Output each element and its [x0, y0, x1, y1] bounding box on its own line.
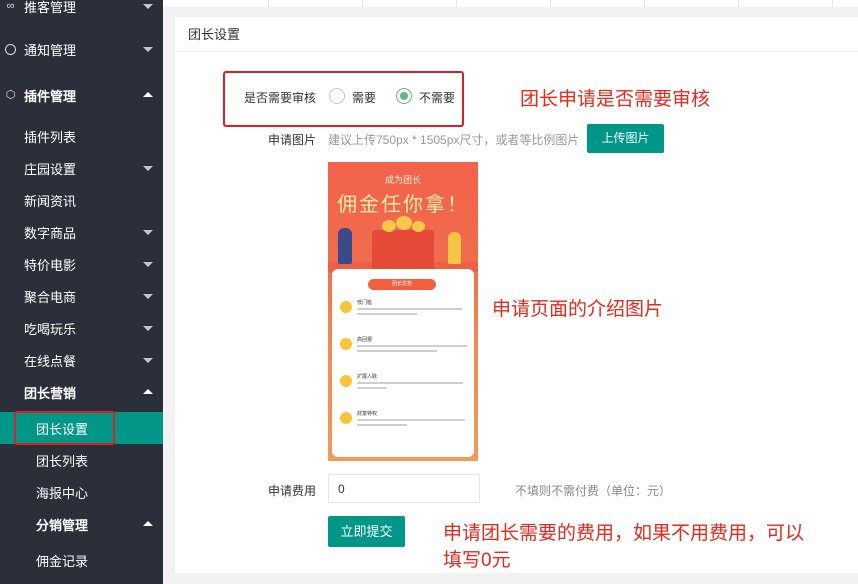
annotation-fee-line2: 填写0元 [443, 550, 511, 571]
feature-icon [340, 412, 352, 424]
sidebar-item-manor[interactable]: 庄园设置 [0, 152, 163, 184]
sidebar-item-tuike[interactable]: ∞ 推客管理 [0, 0, 163, 22]
circle-icon [5, 43, 16, 55]
sidebar-item-label: 插件列表 [24, 129, 77, 145]
sidebar-item-label: 推客管理 [24, 0, 77, 15]
person-figure-icon [338, 228, 352, 264]
chevron-up-icon [143, 521, 153, 526]
sidebar-item-commission[interactable]: 佣金记录 [0, 544, 163, 576]
chevron-down-icon [143, 262, 153, 267]
infinity-icon: ∞ [6, 0, 15, 12]
chevron-down-icon [143, 230, 153, 235]
sidebar-item-plugin-list[interactable]: 插件列表 [0, 120, 163, 152]
poster-tag: 团长优势 [368, 279, 436, 290]
sidebar-item-ecommerce[interactable]: 聚合电商 [0, 280, 163, 312]
cube-icon: ⬡ [5, 88, 16, 101]
feature-icon [340, 301, 352, 313]
intro-poster-image[interactable]: 成为团长 佣金任你拿！ 团长优势 低门槛 高回报 扩展人脉 财富特权 [328, 162, 478, 461]
tab[interactable] [269, 0, 363, 7]
sidebar-item-distribution[interactable]: 分销管理 [0, 508, 163, 540]
tab[interactable] [551, 0, 645, 7]
sidebar-item-notify[interactable]: 通知管理 [0, 33, 163, 65]
sidebar: ∞ 推客管理 通知管理 ⬡ 插件管理 插件列表 庄园设置 新闻资讯 数字商品 特… [0, 0, 163, 584]
sidebar-item-leader-list[interactable]: 团长列表 [0, 444, 163, 476]
radio-label-no-need[interactable]: 不需要 [419, 89, 455, 106]
tab[interactable] [645, 0, 739, 7]
coin-icon [396, 216, 412, 230]
sidebar-item-label: 庄园设置 [24, 161, 77, 177]
poster-card: 团长优势 低门槛 高回报 扩展人脉 财富特权 [332, 269, 474, 457]
chevron-down-icon [143, 47, 153, 52]
sidebar-item-label: 分销管理 [36, 517, 89, 533]
upload-image-button[interactable]: 上传图片 [587, 124, 664, 153]
sidebar-item-label: 插件管理 [24, 88, 77, 104]
sidebar-item-food[interactable]: 吃喝玩乐 [0, 312, 163, 344]
image-label: 申请图片 [268, 133, 317, 147]
sidebar-item-poster-center[interactable]: 海报中心 [0, 476, 163, 508]
radio-no-review[interactable] [396, 88, 412, 104]
feature-title: 高回报 [357, 337, 373, 343]
chevron-up-icon [143, 389, 153, 394]
sidebar-item-label: 通知管理 [24, 42, 77, 58]
poster-headline: 佣金任你拿！ [337, 194, 469, 216]
review-label: 是否需要审核 [244, 91, 317, 105]
chevron-down-icon [143, 166, 153, 171]
tab[interactable] [739, 0, 833, 7]
person-figure-icon [448, 232, 461, 264]
tab[interactable] [196, 0, 269, 7]
sidebar-item-label: 海报中心 [36, 485, 89, 501]
feature-title: 低门槛 [357, 300, 373, 306]
sidebar-item-movie[interactable]: 特价电影 [0, 248, 163, 280]
panel-title: 团长设置 [175, 17, 858, 52]
chevron-down-icon [143, 4, 153, 9]
sidebar-item-label: 吃喝玩乐 [24, 321, 77, 337]
radio-need-review[interactable] [329, 88, 345, 104]
sidebar-item-label: 特价电影 [24, 257, 77, 273]
sidebar-item-label: 聚合电商 [24, 289, 77, 305]
poster-subtitle: 成为团长 [384, 175, 421, 185]
chevron-down-icon [143, 358, 153, 363]
feature-title: 扩展人脉 [357, 374, 378, 380]
radio-label-need[interactable]: 需要 [352, 89, 376, 106]
sidebar-item-label: 在线点餐 [24, 353, 77, 369]
sidebar-item-label: 数字商品 [24, 225, 77, 241]
tab[interactable] [363, 0, 457, 7]
image-hint: 建议上传750px * 1505px尺寸，或者等比例图片 [328, 133, 580, 147]
chevron-down-icon [143, 294, 153, 299]
feature-icon [340, 375, 352, 387]
annotation-review: 团长申请是否需要审核 [520, 89, 711, 110]
sidebar-item-ordering[interactable]: 在线点餐 [0, 344, 163, 376]
submit-button[interactable]: 立即提交 [328, 516, 405, 547]
annotation-poster: 申请页面的介绍图片 [492, 299, 664, 320]
feature-icon [340, 338, 352, 350]
sidebar-item-digital[interactable]: 数字商品 [0, 216, 163, 248]
sidebar-item-label: 新闻资讯 [24, 193, 77, 209]
sidebar-item-plugins[interactable]: ⬡ 插件管理 [0, 79, 163, 111]
treasure-chest-icon [372, 216, 434, 270]
fee-hint: 不填则不需付费（单位：元） [515, 484, 672, 498]
annotation-fee-line1: 申请团长需要的费用，如果不用费用，可以 [443, 523, 805, 544]
sidebar-item-label: 佣金记录 [36, 553, 89, 569]
tab[interactable] [457, 0, 551, 7]
sidebar-item-leader-marketing[interactable]: 团长营销 [0, 376, 163, 408]
top-tab-strip [163, 0, 858, 7]
chevron-down-icon [143, 326, 153, 331]
chevron-up-icon [143, 92, 153, 97]
sidebar-item-news[interactable]: 新闻资讯 [0, 184, 163, 216]
highlight-box-leader-settings [14, 411, 115, 445]
coin-icon [382, 220, 396, 232]
feature-title: 财富特权 [357, 411, 378, 417]
fee-input[interactable] [328, 474, 480, 503]
fee-label: 申请费用 [268, 484, 317, 498]
coin-icon [412, 221, 425, 232]
sidebar-item-label: 团长营销 [24, 385, 77, 401]
sidebar-item-label: 团长列表 [36, 453, 89, 469]
